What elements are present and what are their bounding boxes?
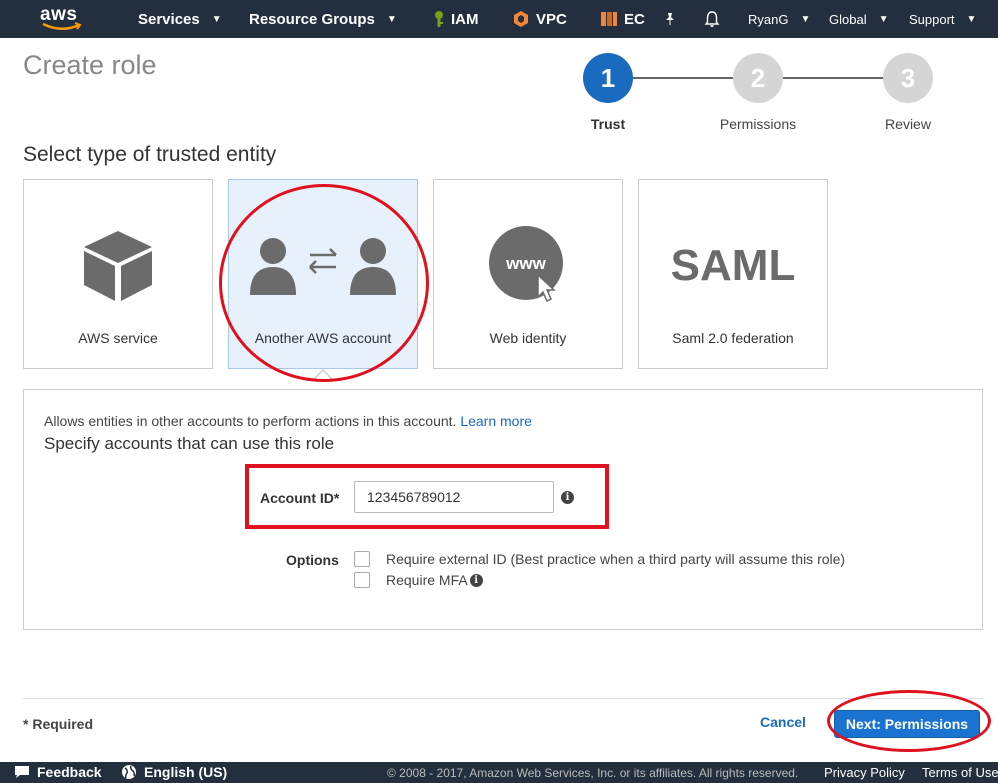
require-mfa-checkbox[interactable]: [354, 572, 370, 588]
option-label: Require external ID (Best practice when …: [386, 551, 846, 567]
cancel-button[interactable]: Cancel: [760, 714, 806, 730]
iam-key-icon: [435, 11, 443, 27]
step-2-circle: 2: [733, 53, 783, 103]
privacy-policy-link[interactable]: Privacy Policy: [824, 765, 905, 780]
step-connector: [783, 77, 883, 79]
specify-accounts-heading: Specify accounts that can use this role: [44, 434, 335, 453]
step-2-label: Permissions: [719, 116, 797, 132]
pin-button[interactable]: [663, 0, 677, 38]
bottom-bar: Feedback English (US) © 2008 - 2017, Ama…: [0, 762, 998, 783]
entity-card-label: AWS service: [78, 330, 158, 346]
option-external-id-row: Require external ID (Best practice when …: [354, 551, 845, 567]
terms-of-use-link[interactable]: Terms of Use: [922, 765, 998, 780]
user-menu[interactable]: RyanG ▼: [748, 0, 810, 38]
services-menu[interactable]: Services ▼: [138, 0, 222, 38]
saml-icon-text: SAML: [671, 241, 796, 290]
resource-groups-menu[interactable]: Resource Groups ▼: [249, 0, 397, 38]
chat-bubble-icon: [15, 766, 29, 778]
copyright-text: © 2008 - 2017, Amazon Web Services, Inc.…: [387, 766, 799, 780]
iam-label: IAM: [451, 10, 479, 28]
iam-shortcut[interactable]: IAM: [433, 0, 479, 38]
bell-icon: [704, 11, 720, 27]
chevron-down-icon: ▼: [878, 13, 889, 25]
top-navigation-bar: aws Services ▼ Resource Groups ▼ IAM VPC: [0, 0, 998, 38]
ec-shortcut[interactable]: EC: [600, 0, 645, 38]
chevron-down-icon: ▼: [800, 13, 811, 25]
notifications-button[interactable]: [703, 0, 721, 38]
resource-groups-label: Resource Groups: [249, 10, 375, 28]
step-3-label: Review: [885, 116, 931, 132]
cube-icon: [24, 220, 212, 310]
entity-description: Allows entities in other accounts to per…: [44, 413, 532, 429]
option-label: Require MFA: [386, 572, 468, 588]
annotation-ellipse-another-account: [219, 184, 429, 382]
learn-more-link[interactable]: Learn more: [460, 413, 532, 429]
step-1-circle: 1: [583, 53, 633, 103]
description-text: Allows entities in other accounts to per…: [44, 413, 457, 429]
step-3-circle: 3: [883, 53, 933, 103]
entity-card-label: Web identity: [489, 330, 567, 346]
region-label: Global: [829, 11, 867, 27]
feedback-link[interactable]: Feedback: [14, 764, 102, 780]
language-label: English (US): [144, 764, 228, 780]
saml-icon: SAML: [639, 220, 827, 310]
services-label: Services: [138, 10, 200, 28]
annotation-box-account-id: [245, 464, 609, 529]
language-selector[interactable]: English (US): [121, 764, 227, 780]
required-note: * Required: [23, 716, 94, 732]
pin-icon: [666, 13, 674, 25]
globe-icon: [122, 765, 136, 779]
trusted-entity-heading: Select type of trusted entity: [23, 143, 277, 166]
options-label: Options: [286, 552, 339, 568]
entity-card-aws-service[interactable]: AWS service: [23, 179, 213, 369]
www-icon: www: [434, 220, 622, 310]
info-icon[interactable]: i: [469, 573, 483, 587]
require-external-id-checkbox[interactable]: [354, 551, 370, 567]
user-name: RyanG: [748, 11, 789, 27]
footer-divider: [23, 698, 983, 699]
ec2-icon: [601, 12, 617, 26]
option-mfa-row: Require MFA i: [354, 572, 483, 588]
vpc-label: VPC: [536, 10, 567, 28]
aws-smile-icon: [42, 22, 82, 30]
chevron-down-icon: ▼: [386, 13, 397, 25]
annotation-ellipse-next-button: [827, 690, 991, 752]
step-connector: [633, 77, 733, 79]
page-title: Create role: [23, 50, 157, 80]
www-icon-text: www: [505, 254, 546, 273]
entity-card-web-identity[interactable]: www Web identity: [433, 179, 623, 369]
vpc-icon: [514, 11, 528, 27]
step-1-label: Trust: [590, 116, 626, 132]
ec-label: EC: [624, 10, 645, 28]
feedback-label: Feedback: [37, 764, 102, 780]
entity-card-saml-federation[interactable]: SAML Saml 2.0 federation: [638, 179, 828, 369]
support-menu[interactable]: Support ▼: [909, 0, 976, 38]
vpc-shortcut[interactable]: VPC: [512, 0, 567, 38]
chevron-down-icon: ▼: [966, 13, 977, 25]
support-label: Support: [909, 11, 955, 27]
chevron-down-icon: ▼: [211, 13, 222, 25]
entity-card-label: Saml 2.0 federation: [672, 330, 794, 346]
region-menu[interactable]: Global ▼: [829, 0, 888, 38]
aws-logo[interactable]: aws: [40, 4, 84, 34]
